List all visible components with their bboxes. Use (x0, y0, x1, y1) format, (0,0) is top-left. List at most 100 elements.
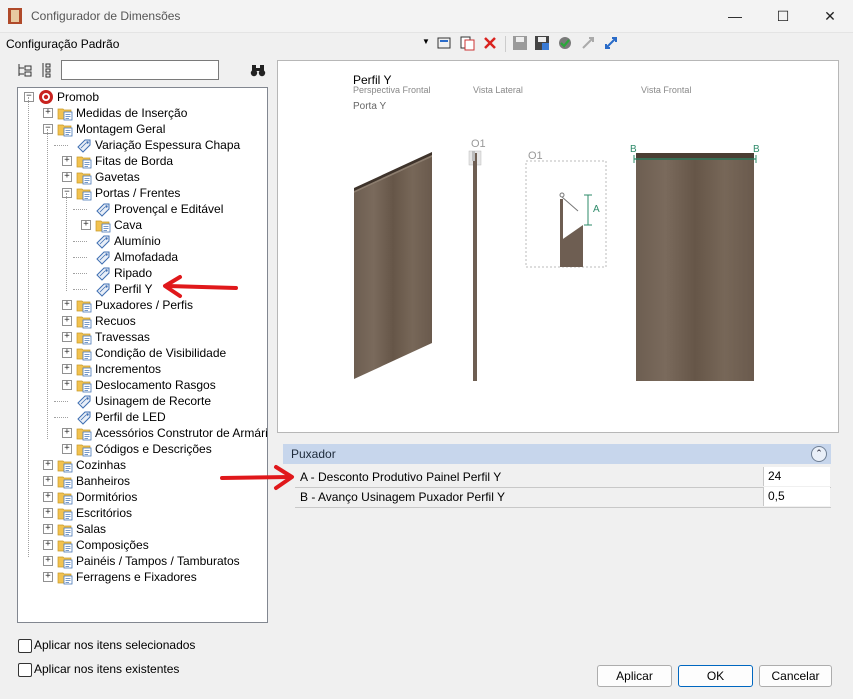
collapse-icon[interactable]: − (62, 188, 72, 198)
tree-node-label: Composições (76, 538, 149, 552)
apply-existing-checkbox[interactable] (18, 663, 32, 677)
expand-icon[interactable]: + (62, 300, 72, 310)
expand-icon[interactable]: + (62, 380, 72, 390)
save-icon[interactable] (512, 35, 528, 51)
title-bar: Configurador de Dimensões — ☐ ✕ (0, 0, 853, 33)
settings-check-icon[interactable] (557, 35, 573, 51)
tree-search-input[interactable] (61, 60, 219, 80)
tree-node-label: Ferragens e Fixadores (76, 570, 197, 584)
collapse-arrows-icon[interactable] (580, 35, 596, 51)
insert-config-icon[interactable] (436, 35, 452, 51)
ok-button[interactable]: OK (678, 665, 753, 687)
folder-icon (57, 457, 73, 473)
property-group-header[interactable]: Puxador ⌃ (283, 444, 831, 464)
property-label: B - Avanço Usinagem Puxador Perfil Y (300, 490, 505, 504)
delete-icon[interactable] (482, 35, 498, 51)
marker-b-right: B (753, 144, 760, 155)
folder-icon (57, 121, 73, 137)
minimize-button[interactable]: — (712, 0, 758, 32)
annotation-arrow-icon (163, 275, 238, 298)
collapse-icon[interactable]: − (24, 92, 34, 102)
expand-icon[interactable]: + (62, 316, 72, 326)
folder-icon (57, 569, 73, 585)
save-as-icon[interactable] (534, 35, 550, 51)
tree-node-label: Provençal e Editável (114, 202, 224, 216)
property-value-input[interactable]: 24 (763, 467, 830, 486)
tree-node-label: Escritórios (76, 506, 133, 520)
cancel-button[interactable]: Cancelar (759, 665, 832, 687)
tree-node-label: Banheiros (76, 474, 131, 488)
tree-connector (54, 417, 68, 418)
tree-expand-icon[interactable] (17, 62, 33, 78)
expand-icon[interactable]: + (62, 348, 72, 358)
folder-icon (95, 217, 111, 233)
property-value-input[interactable]: 0,5 (763, 487, 830, 506)
expand-icon[interactable]: + (62, 364, 72, 374)
folder-icon (57, 505, 73, 521)
expand-icon[interactable]: + (62, 156, 72, 166)
property-row[interactable]: B - Avanço Usinagem Puxador Perfil Y 0,5 (295, 487, 831, 508)
folder-icon (76, 425, 92, 441)
marker-b-left: B (630, 144, 637, 155)
config-label: Configuração Padrão (6, 37, 120, 51)
tag-icon (95, 249, 111, 265)
preview-panel: Perfil Y Perspectiva Frontal Vista Later… (277, 60, 839, 433)
close-button[interactable]: ✕ (807, 0, 853, 32)
tree-node-label: Portas / Frentes (95, 186, 181, 200)
apply-selected-checkbox[interactable] (18, 639, 32, 653)
tree-node-label: Perfil Y (114, 282, 153, 296)
binoculars-icon[interactable] (250, 62, 266, 78)
maximize-button[interactable]: ☐ (760, 0, 806, 32)
expand-icon[interactable]: + (43, 572, 53, 582)
expand-icon[interactable]: + (62, 444, 72, 454)
tree-guide-line (28, 97, 29, 557)
expand-icon[interactable]: + (43, 492, 53, 502)
expand-icon[interactable]: + (62, 172, 72, 182)
expand-icon[interactable]: + (43, 556, 53, 566)
expand-icon[interactable]: + (43, 508, 53, 518)
copy-config-icon[interactable] (459, 35, 475, 51)
tree-node-label: Medidas de Inserção (76, 106, 188, 120)
expand-icon[interactable]: + (43, 540, 53, 550)
collapse-icon[interactable]: − (43, 124, 53, 134)
expand-icon[interactable]: + (43, 476, 53, 486)
folder-icon (76, 153, 92, 169)
tree-connector (54, 145, 68, 146)
promob-logo-icon (38, 89, 54, 105)
window-title: Configurador de Dimensões (31, 9, 181, 23)
dropdown-arrow-icon[interactable]: ▼ (422, 37, 430, 46)
category-tree[interactable]: − Promob + Medidas de Inserção − Montagem Ger… (17, 87, 268, 623)
lateral-section-drawing: O1 (468, 138, 486, 381)
expand-icon[interactable]: + (81, 220, 91, 230)
tree-node-label: Montagem Geral (76, 122, 166, 136)
tag-icon (95, 265, 111, 281)
apply-existing-label: Aplicar nos itens existentes (34, 662, 180, 676)
expand-icon[interactable]: + (43, 108, 53, 118)
folder-icon (76, 361, 92, 377)
tree-node-label: Alumínio (114, 234, 161, 248)
expand-icon[interactable]: + (62, 428, 72, 438)
folder-icon (76, 297, 92, 313)
tree-guide-line (66, 193, 67, 291)
apply-button[interactable]: Aplicar (597, 665, 672, 687)
expand-icon[interactable]: + (43, 460, 53, 470)
expand-arrows-icon[interactable] (603, 35, 619, 51)
property-row[interactable]: A - Desconto Produtivo Painel Perfil Y 2… (295, 467, 831, 488)
tag-icon (95, 281, 111, 297)
tree-node-label: Deslocamento Rasgos (95, 378, 216, 392)
expand-icon[interactable]: + (62, 332, 72, 342)
tree-node-label: Salas (76, 522, 107, 536)
annotation-arrow-icon (220, 465, 294, 490)
marker-a: A (593, 204, 600, 215)
property-group-label: Puxador (291, 447, 336, 461)
folder-icon (76, 329, 92, 345)
folder-icon (57, 489, 73, 505)
folder-icon (57, 521, 73, 537)
tree-node-label: Cava (114, 218, 143, 232)
tree-connector (73, 273, 87, 274)
tree-collapse-icon[interactable] (40, 62, 52, 78)
collapse-group-icon[interactable]: ⌃ (811, 446, 827, 462)
expand-icon[interactable]: + (43, 524, 53, 534)
tree-guide-line (47, 129, 48, 439)
tree-node-label: Gavetas (95, 170, 140, 184)
